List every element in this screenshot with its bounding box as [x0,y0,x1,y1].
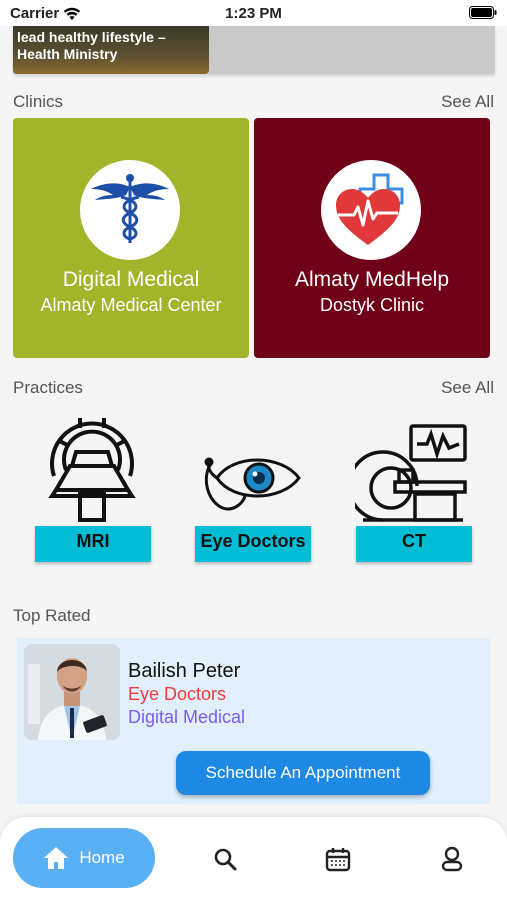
clinics-see-all-link[interactable]: See All [441,92,494,112]
clinic-card-digital-medical[interactable]: Digital Medical Almaty Medical Center [13,118,249,358]
doctor-name: Bailish Peter [128,660,241,682]
profile-icon [441,846,463,872]
clinic-subtitle: Dostyk Clinic [319,295,425,315]
nav-home-label: Home [79,848,125,867]
doctor-clinic: Digital Medical [128,707,246,727]
practice-label: MRI [35,526,151,562]
nav-calendar-button[interactable] [325,846,351,872]
eye-stethoscope-icon [192,404,312,524]
top-rated-title: Top Rated [13,606,91,625]
practice-label: CT [356,526,472,562]
ct-scanner-icon [353,404,473,524]
practice-item-eye-doctors[interactable]: Eye Doctors [192,404,312,562]
bottom-navigation: Home [0,817,507,900]
schedule-appointment-button[interactable]: Schedule An Appointment [176,751,430,795]
banner-image: lead healthy lifestyle – Health Ministry [13,26,209,74]
news-banner[interactable]: lead healthy lifestyle – Health Ministry [13,26,495,74]
clinic-subtitle: Almaty Medical Center [40,295,222,315]
clinic-card-almaty-medhelp[interactable]: Almaty MedHelp Dostyk Clinic [254,118,490,358]
mri-scanner-icon [32,404,152,524]
nav-home-button[interactable]: Home [13,828,155,888]
practice-label: Eye Doctors [195,526,311,562]
practices-title: Practices [13,378,83,397]
clinic-name: Digital Medical [62,268,200,291]
heart-pulse-icon [321,160,421,260]
practices-see-all-link[interactable]: See All [441,378,494,398]
battery-icon [469,6,497,19]
status-bar: Carrier 1:23 PM [0,0,507,26]
search-icon [214,848,237,871]
clinics-title: Clinics [13,92,64,111]
practice-item-mri[interactable]: MRI [32,404,152,562]
nav-profile-button[interactable] [439,846,465,872]
home-icon [44,847,69,869]
practice-item-ct[interactable]: CT [353,404,473,562]
doctor-specialty: Eye Doctors [128,684,227,704]
clinic-name: Almaty MedHelp [294,268,450,291]
status-time: 1:23 PM [225,5,282,22]
doctor-photo [24,644,120,740]
banner-text: lead healthy lifestyle – Health Ministry [17,29,166,62]
nav-search-button[interactable] [212,846,238,872]
calendar-icon [325,848,351,872]
top-rated-doctor-card[interactable]: Bailish Peter Eye Doctors Digital Medica… [17,638,490,804]
caduceus-icon [80,160,180,260]
